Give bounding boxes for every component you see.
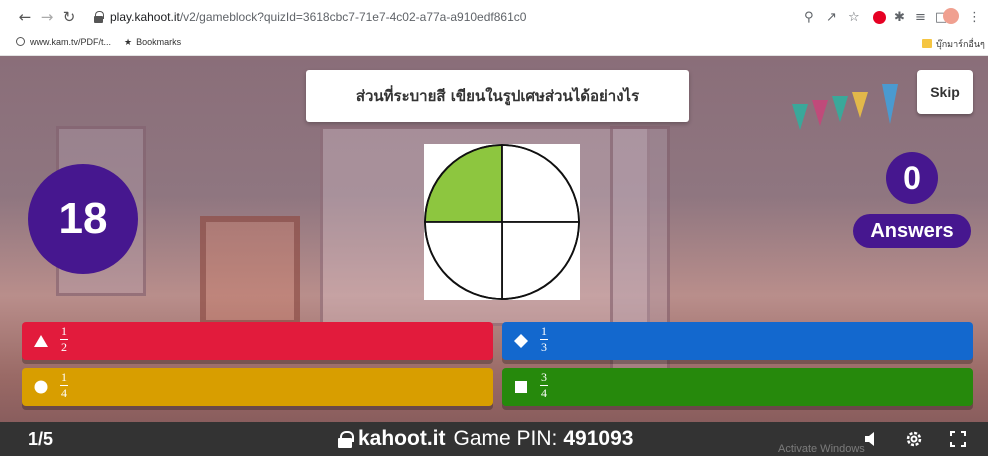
pinterest-extension-icon[interactable] <box>873 11 886 24</box>
reload-icon[interactable]: ↻ <box>60 8 78 26</box>
numerator: 1 <box>541 324 547 338</box>
other-bookmarks-label: บุ๊กมาร์กอื่นๆ <box>936 39 985 49</box>
pennant <box>812 100 828 126</box>
fraction-label: 14 <box>60 371 68 400</box>
triangle-icon <box>34 335 48 347</box>
question-text: ส่วนที่ระบายสี เขียนในรูปเศษส่วนได้อย่าง… <box>355 87 640 105</box>
lock-open-icon <box>338 430 354 448</box>
url-host: play.kahoot.it <box>110 10 180 24</box>
skip-button[interactable]: Skip <box>917 70 973 114</box>
fraction-label: 13 <box>540 325 548 354</box>
url-path: /v2/gameblock?quizId=3618cbc7-71e7-4c02-… <box>179 10 527 24</box>
countdown-timer: 18 <box>28 164 138 274</box>
pennant <box>832 96 848 122</box>
question-card: ส่วนที่ระบายสี เขียนในรูปเศษส่วนได้อย่าง… <box>306 70 689 122</box>
numerator: 1 <box>61 324 67 338</box>
zoom-icon[interactable]: ⚲ <box>804 11 814 25</box>
fullscreen-icon[interactable] <box>948 429 968 449</box>
fraction-circle-figure <box>424 144 580 300</box>
share-icon[interactable]: ↗ <box>826 11 837 25</box>
answer-choice-3[interactable]: 14 <box>22 368 493 406</box>
game-pin-area: kahoot.it Game PIN: 491093 <box>338 427 633 451</box>
bookmark-label: Bookmarks <box>136 37 182 47</box>
circle-icon <box>34 380 48 394</box>
lock-icon <box>94 11 104 23</box>
denominator: 4 <box>541 386 547 400</box>
folder-icon <box>922 39 932 48</box>
answer-choice-1[interactable]: 12 <box>22 322 493 360</box>
fraction-label: 34 <box>540 371 548 400</box>
profile-avatar[interactable] <box>943 8 959 24</box>
volume-icon[interactable] <box>862 429 882 449</box>
kahoot-site-label: kahoot.it <box>358 427 446 450</box>
pennant <box>852 92 868 118</box>
url-text: play.kahoot.it/v2/gameblock?quizId=3618c… <box>110 10 526 24</box>
denominator: 3 <box>541 340 547 354</box>
diamond-icon <box>514 334 528 348</box>
answers-count: 0 <box>886 152 938 204</box>
question-image <box>424 144 580 300</box>
bottom-bar: 1/5 kahoot.it Game PIN: 491093 Activate … <box>0 422 988 456</box>
unshaded-slice <box>501 144 580 223</box>
answer-choice-2[interactable]: 13 <box>502 322 973 360</box>
background-board <box>200 216 300 326</box>
star-icon[interactable]: ☆ <box>848 11 860 25</box>
reading-list-icon[interactable]: ≡ <box>915 11 926 25</box>
forward-arrow-icon[interactable]: → <box>38 8 56 26</box>
game-area: ส่วนที่ระบายสี เขียนในรูปเศษส่วนได้อย่าง… <box>0 56 988 456</box>
browser-chrome: ← → ↻ play.kahoot.it/v2/gameblock?quizId… <box>0 0 988 56</box>
globe-icon <box>16 37 25 46</box>
bookmarks-bar: www.kam.tv/PDF/t... ★ Bookmarks บุ๊กมาร์ก… <box>0 33 988 53</box>
star-icon: ★ <box>124 37 133 47</box>
unshaded-slice <box>424 221 503 300</box>
bookmark-kam[interactable]: www.kam.tv/PDF/t... <box>16 37 111 47</box>
question-counter: 1/5 <box>28 429 54 449</box>
activate-windows-watermark: Activate Windows <box>778 443 865 455</box>
other-bookmarks[interactable]: บุ๊กมาร์กอื่นๆ <box>922 37 985 51</box>
shaded-slice <box>424 144 503 223</box>
answer-choice-4[interactable]: 34 <box>502 368 973 406</box>
pennant <box>792 104 808 130</box>
game-pin-value: 491093 <box>563 427 634 450</box>
numerator: 1 <box>61 370 67 384</box>
numerator: 3 <box>541 370 547 384</box>
denominator: 4 <box>61 386 67 400</box>
address-row: ← → ↻ play.kahoot.it/v2/gameblock?quizId… <box>0 4 988 32</box>
game-pin-label: Game PIN: <box>453 427 558 450</box>
bookmark-label: www.kam.tv/PDF/t... <box>30 37 112 47</box>
answers-label: Answers <box>853 214 971 248</box>
bookmark-folder[interactable]: ★ Bookmarks <box>124 37 181 48</box>
address-bar[interactable]: play.kahoot.it/v2/gameblock?quizId=3618c… <box>86 6 776 30</box>
menu-kebab-icon[interactable]: ⋮ <box>968 11 981 25</box>
back-arrow-icon[interactable]: ← <box>16 8 34 26</box>
square-icon <box>515 381 527 393</box>
extensions-puzzle-icon[interactable]: ✱ <box>894 11 905 25</box>
unshaded-slice <box>501 221 580 300</box>
denominator: 2 <box>61 340 67 354</box>
fraction-label: 12 <box>60 325 68 354</box>
settings-gear-icon[interactable] <box>904 429 924 449</box>
pennant <box>882 84 898 124</box>
